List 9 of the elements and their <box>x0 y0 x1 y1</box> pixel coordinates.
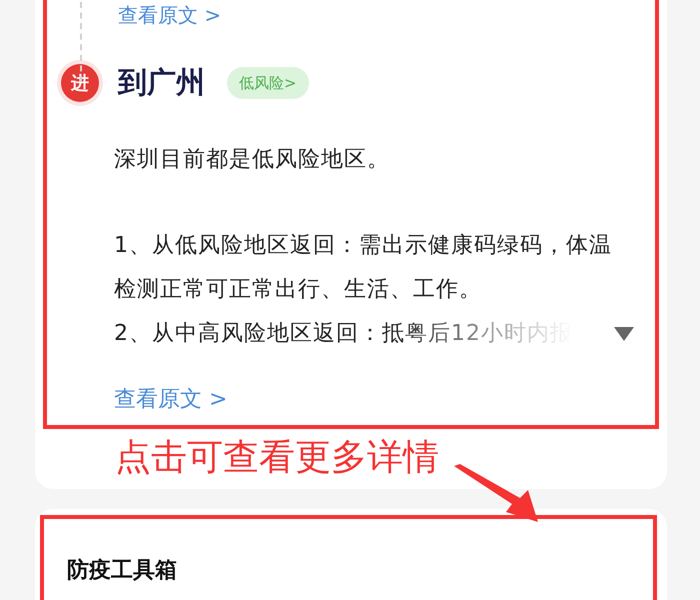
policy-text: 深圳目前都是低风险地区。 <box>114 146 391 174</box>
risk-tag[interactable]: 低风险> <box>227 67 309 99</box>
annotation-text: 点击可查看更多详情 <box>115 436 440 480</box>
city-title: 到广州 <box>118 64 205 102</box>
expand-caret-icon[interactable] <box>614 327 634 341</box>
policy-text: 1、从低风险地区返回：需出示健康码绿码，体温检测正常可正常出行、生活、工作。 <box>114 232 613 304</box>
view-original-link[interactable]: 查看原文 > <box>114 384 228 416</box>
section-title: 防疫工具箱 <box>67 558 177 583</box>
view-original-link[interactable]: 查看原文 > <box>118 2 222 28</box>
